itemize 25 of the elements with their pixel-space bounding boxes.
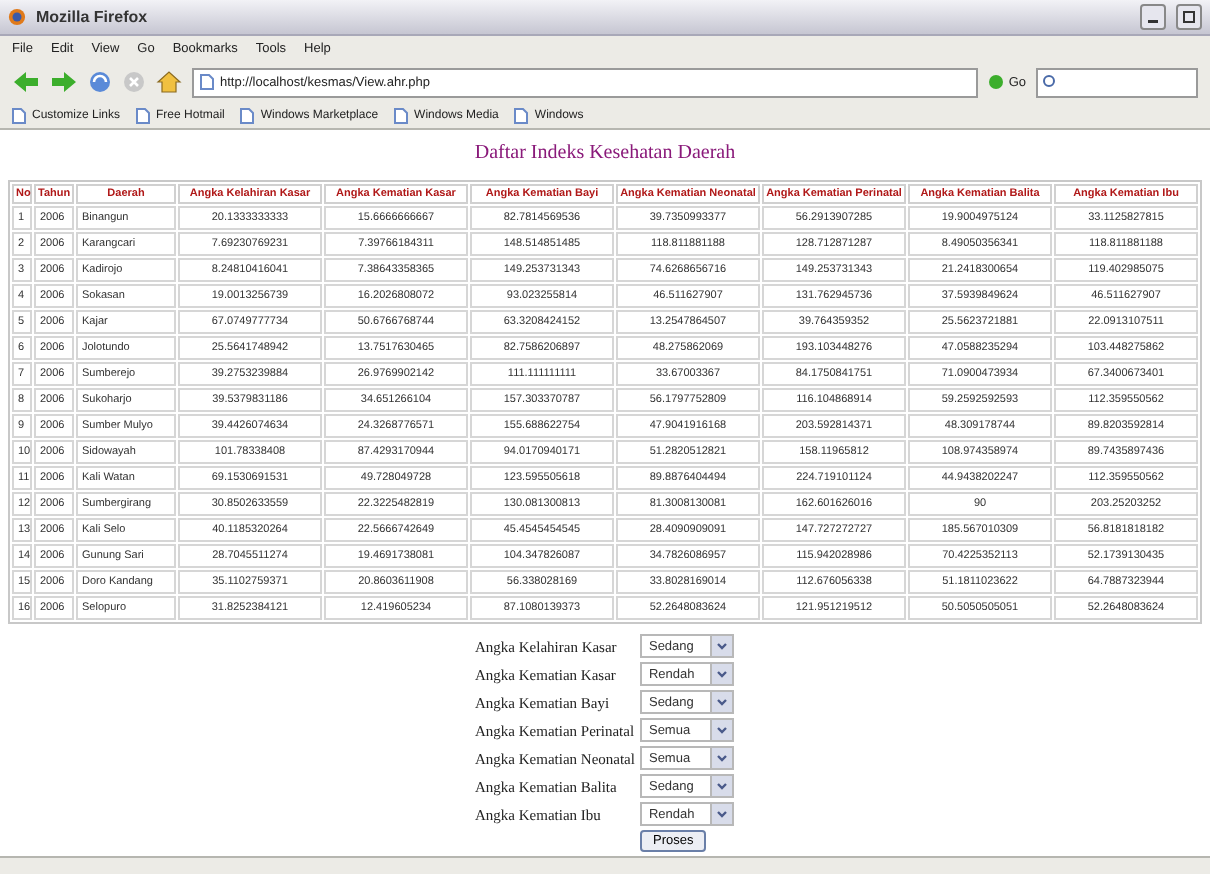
caret-icon — [710, 720, 733, 741]
go-icon — [988, 74, 1005, 90]
maximize-button[interactable] — [1176, 4, 1202, 30]
caret-icon — [710, 804, 733, 825]
caret-icon — [710, 636, 733, 657]
caret-icon — [710, 664, 733, 685]
page-icon — [12, 108, 26, 124]
maximize-icon — [1182, 10, 1196, 24]
search-field[interactable] — [1036, 67, 1198, 97]
page-icon — [136, 108, 151, 124]
caret-icon — [710, 748, 733, 769]
page-icon — [200, 74, 214, 90]
home-icon[interactable] — [156, 70, 182, 94]
back-icon[interactable] — [12, 70, 40, 94]
search-icon — [1042, 74, 1058, 90]
forward-icon[interactable] — [50, 70, 78, 94]
caret-icon — [710, 692, 733, 713]
reload-icon[interactable] — [88, 70, 112, 94]
window-title: Mozilla Firefox — [36, 8, 150, 26]
page-title: Daftar Indeks Kesehatan Daerah — [474, 142, 736, 164]
page-icon — [240, 108, 255, 124]
page-icon — [394, 108, 409, 124]
minimize-button[interactable] — [1140, 4, 1166, 30]
page-icon — [514, 108, 529, 124]
caret-icon — [710, 776, 733, 797]
